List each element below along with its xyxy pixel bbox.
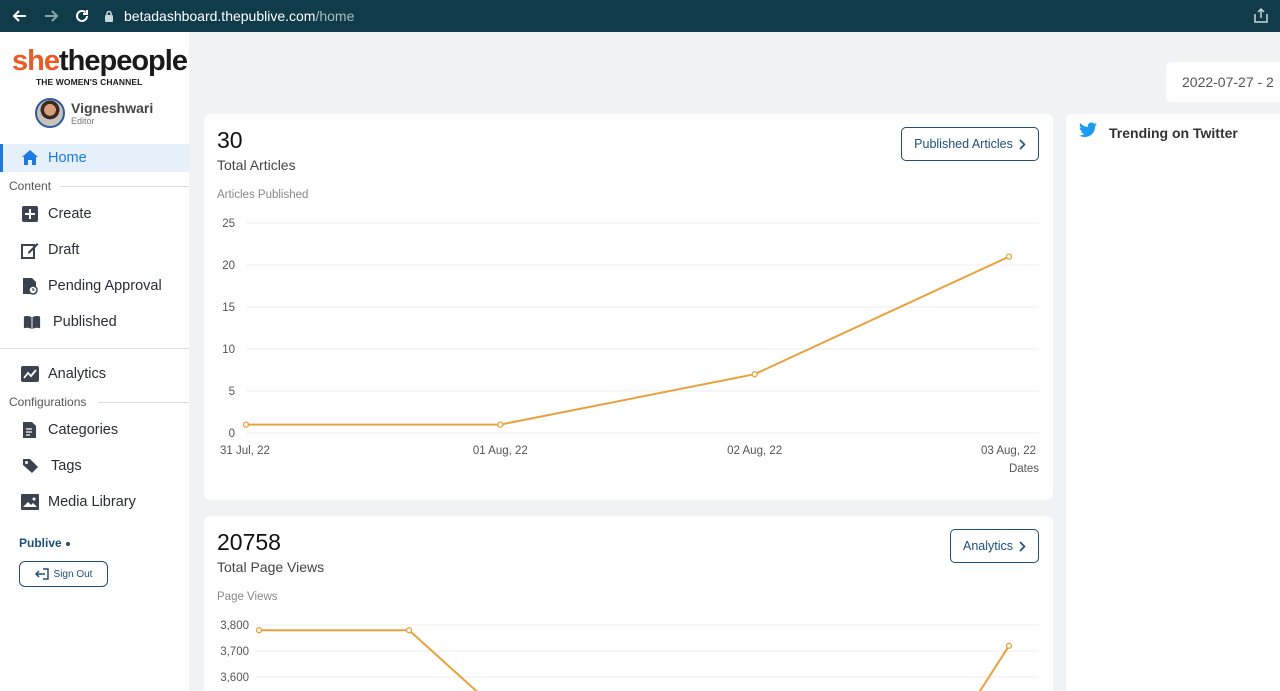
y-tick-label: 3,800 bbox=[220, 620, 249, 632]
chart-line-icon bbox=[21, 365, 39, 383]
data-point bbox=[1005, 642, 1013, 649]
data-point bbox=[1005, 253, 1013, 260]
divider bbox=[60, 186, 189, 187]
url-host: betadashboard.thepublive.com bbox=[124, 8, 316, 24]
data-point bbox=[255, 627, 263, 634]
sidebar-item-label: Categories bbox=[48, 422, 119, 438]
y-tick-label: 5 bbox=[229, 386, 235, 398]
document-list-icon bbox=[21, 421, 39, 439]
section-content-label: Content bbox=[9, 179, 52, 193]
reload-icon[interactable] bbox=[67, 1, 97, 31]
sidebar-item-label: Pending Approval bbox=[48, 278, 162, 294]
y-tick-label: 10 bbox=[222, 344, 235, 356]
sidebar-item-label: Published bbox=[53, 314, 117, 330]
sidebar-item-media-library[interactable]: Media Library bbox=[0, 488, 189, 516]
articles-card: 30 Total Articles Articles Published Pub… bbox=[204, 114, 1053, 500]
publive-label: Publive bbox=[19, 536, 70, 550]
twitter-card: Trending on Twitter bbox=[1066, 114, 1280, 691]
sidebar-item-home[interactable]: Home bbox=[0, 144, 189, 172]
sidebar-item-label: Tags bbox=[51, 458, 82, 474]
sidebar-item-published[interactable]: Published bbox=[0, 308, 189, 336]
series-line bbox=[259, 629, 478, 691]
articles-chart: 0 5 10 15 20 25 31 Jul, 22 01 Aug, 22 02 Aug, 22… bbox=[220, 218, 1039, 475]
y-tick-label: 3,600 bbox=[220, 672, 249, 684]
document-clock-icon bbox=[21, 277, 39, 295]
divider bbox=[98, 402, 189, 403]
tags-icon bbox=[22, 457, 40, 475]
y-tick-label: 0 bbox=[229, 428, 235, 440]
avatar bbox=[35, 98, 65, 128]
url-path: /home bbox=[315, 8, 355, 24]
image-icon bbox=[21, 493, 39, 511]
user-role: Editor bbox=[71, 116, 95, 126]
book-open-icon bbox=[23, 313, 41, 331]
divider bbox=[0, 348, 189, 349]
data-point bbox=[405, 627, 413, 634]
sidebar-item-categories[interactable]: Categories bbox=[0, 416, 189, 444]
date-range-picker[interactable]: 2022-07-27 - 2 bbox=[1166, 62, 1280, 102]
sidebar-item-pending-approval[interactable]: Pending Approval bbox=[0, 272, 189, 300]
sidebar-item-draft[interactable]: Draft bbox=[0, 236, 189, 264]
sign-out-button[interactable]: Sign Out bbox=[19, 561, 108, 587]
section-configurations-label: Configurations bbox=[9, 395, 87, 409]
data-point bbox=[242, 421, 250, 428]
x-axis-label: Dates bbox=[1009, 463, 1039, 475]
sidebar-item-label: Media Library bbox=[48, 494, 136, 510]
forward-icon[interactable] bbox=[36, 1, 66, 31]
share-icon[interactable] bbox=[1252, 7, 1270, 25]
back-icon[interactable] bbox=[5, 1, 35, 31]
sidebar-item-label: Analytics bbox=[48, 366, 107, 382]
user-name: Vigneshwari bbox=[71, 100, 154, 116]
x-tick-label: 31 Jul, 22 bbox=[220, 445, 270, 457]
x-tick-label: 02 Aug, 22 bbox=[727, 445, 782, 457]
y-tick-label: 20 bbox=[222, 260, 235, 272]
address-bar[interactable]: betadashboard.thepublive.com/home bbox=[104, 4, 354, 28]
browser-toolbar: betadashboard.thepublive.com/home bbox=[0, 0, 1280, 32]
y-tick-label: 25 bbox=[222, 218, 235, 230]
y-tick-label: 15 bbox=[222, 302, 235, 314]
edit-icon bbox=[21, 241, 39, 259]
sidebar: shethepeople THE WOMEN'S CHANNEL Vignesh… bbox=[0, 32, 189, 691]
sidebar-item-analytics[interactable]: Analytics bbox=[0, 360, 189, 388]
home-icon bbox=[21, 149, 39, 167]
series-line bbox=[246, 255, 1010, 426]
x-tick-label: 03 Aug, 22 bbox=[981, 445, 1036, 457]
lock-icon bbox=[105, 10, 113, 22]
twitter-title: Trending on Twitter bbox=[1109, 125, 1238, 141]
data-point bbox=[497, 421, 504, 428]
sidebar-item-label: Draft bbox=[48, 242, 80, 258]
x-tick-label: 01 Aug, 22 bbox=[473, 445, 528, 457]
sign-out-icon bbox=[34, 568, 49, 580]
sidebar-item-label: Home bbox=[48, 150, 87, 166]
plus-square-icon bbox=[21, 205, 39, 223]
series-line bbox=[978, 645, 1010, 691]
brand-logo[interactable]: shethepeople THE WOMEN'S CHANNEL bbox=[12, 45, 188, 87]
page-views-chart: 3,600 3,700 3,800 bbox=[220, 620, 1039, 691]
sidebar-item-create[interactable]: Create bbox=[0, 200, 189, 228]
logo-tagline: THE WOMEN'S CHANNEL bbox=[36, 77, 143, 87]
sidebar-item-label: Create bbox=[48, 206, 92, 222]
sidebar-item-tags[interactable]: Tags bbox=[0, 452, 189, 480]
data-point bbox=[751, 371, 758, 378]
twitter-icon bbox=[1079, 122, 1097, 138]
logo-prefix: she bbox=[12, 45, 60, 77]
page-views-card: 20758 Total Page Views Page Views Analyt… bbox=[204, 516, 1053, 691]
y-tick-label: 3,700 bbox=[220, 646, 249, 658]
logo-rest: thepeople bbox=[58, 45, 188, 77]
user-profile[interactable]: Vigneshwari Editor bbox=[35, 98, 153, 128]
